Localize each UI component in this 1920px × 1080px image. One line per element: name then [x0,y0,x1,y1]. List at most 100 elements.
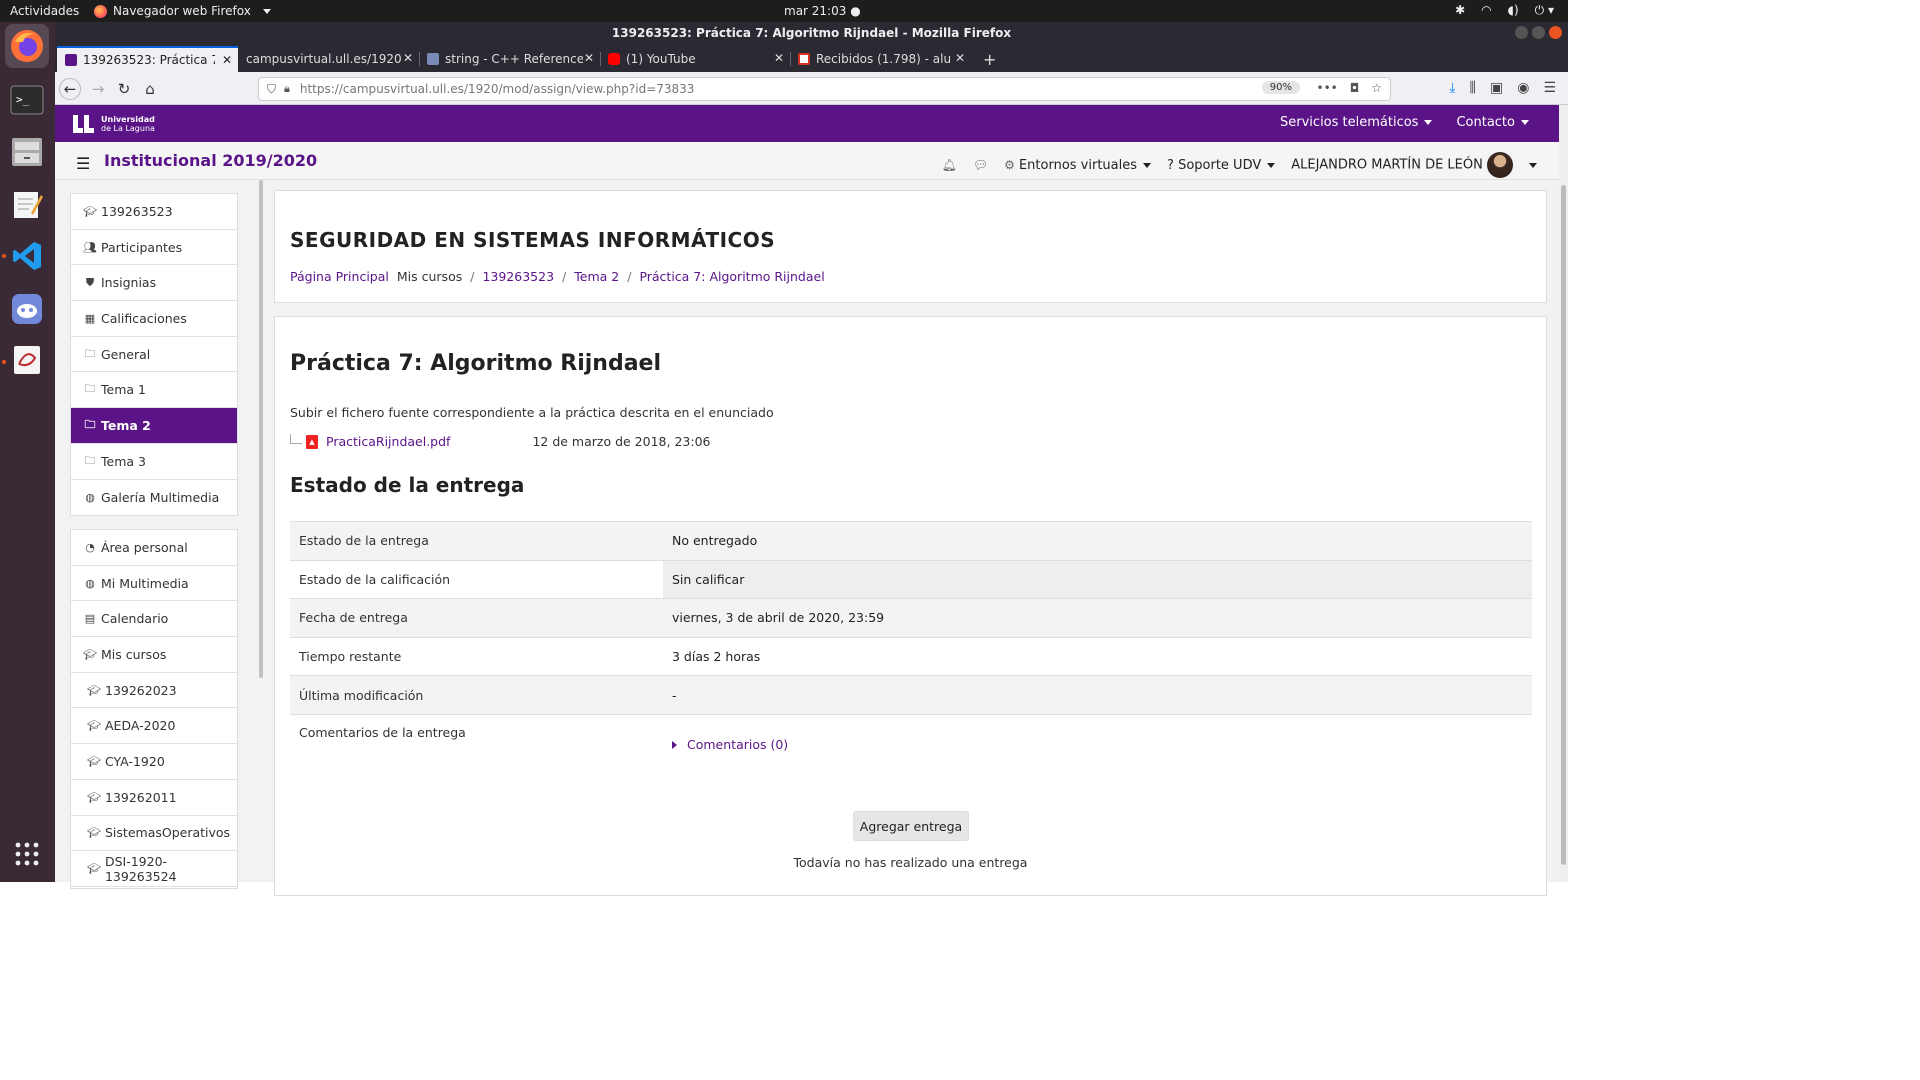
sidebar-item-course-cya[interactable]: 🎓︎ CYA-1920 [71,744,237,780]
maximize-button[interactable] [1532,26,1545,39]
breadcrumb-home[interactable]: Página Principal [290,269,389,284]
comments-toggle[interactable]: Comentarios (0) [672,737,1532,752]
servicios-telematicos-menu[interactable]: Servicios telemáticos [1280,115,1433,130]
soporte-udv-menu[interactable]: ? Soporte UDV [1167,158,1276,173]
site-navigation-block: ◔ Área personal ◍ Mi Multimedia ▤ Calendari… [70,529,238,889]
home-button[interactable]: ⌂ [139,78,161,100]
ull-logo-icon [73,115,94,133]
breadcrumb-course[interactable]: 139263523 [482,269,554,284]
close-tab-icon[interactable]: ✕ [403,51,413,65]
close-tab-icon[interactable]: ✕ [584,51,594,65]
app-menu[interactable]: Navegador web Firefox [94,4,271,18]
tracking-shield-icon[interactable]: ⛉ [267,82,276,97]
sidebar-item-course-139262023[interactable]: 🎓︎ 139262023 [71,673,237,709]
sidebar-item-galeria-multimedia[interactable]: ◍ Galería Multimedia [71,480,237,516]
system-tray[interactable]: ✱ ◠ ◖) ⏻ ▾ [1455,3,1554,18]
new-tab-button[interactable]: + [975,46,999,72]
sidebar-item-calendario[interactable]: ▤ Calendario [71,601,237,638]
sidebar-item-mis-cursos[interactable]: 🎓︎ Mis cursos [71,637,237,673]
sidebar-item-participantes[interactable]: 👥︎ Participantes [71,230,237,266]
site-name-link[interactable]: Institucional 2019/2020 [104,151,317,170]
library-icon[interactable]: ⫼ [1470,80,1476,96]
download-icon[interactable]: ⤓ [1449,80,1455,96]
hamburger-menu-icon[interactable]: ☰ [1543,80,1556,96]
dock-show-apps[interactable] [5,832,49,876]
sidebar-item-course-sistemas-operativos[interactable]: 🎓︎ SistemasOperativos [71,816,237,852]
dashboard-icon: ◔ [85,540,95,554]
close-window-button[interactable] [1549,26,1562,39]
dock-vscode[interactable] [5,234,49,278]
folder-icon: 🗀 [84,453,96,467]
bookmark-star-icon[interactable]: ☆ [1371,81,1382,95]
graduation-cap-icon: 🎓︎ [87,826,101,840]
attachment-link[interactable]: PracticaRijndael.pdf [326,434,450,449]
sidebar-item-tema-1[interactable]: 🗀 Tema 1 [71,372,237,409]
account-icon[interactable]: ◉ [1517,80,1529,96]
sidebar-scrollbar[interactable] [259,180,263,678]
course-navigation-block: 🎓︎ 139263523 👥︎ Participantes ⛊ Insignias ▦… [70,193,238,517]
graduation-cap-icon: 🎓︎ [87,719,101,733]
multimedia-icon: ◍ [85,490,95,504]
clock[interactable]: mar 21:03 ● [784,4,861,18]
tab-cpp-reference[interactable]: string - C++ Reference ✕ [419,46,601,72]
sidebar-item-course-aeda[interactable]: 🎓︎ AEDA-2020 [71,708,237,745]
page-scrollbar[interactable] [1559,105,1568,882]
sidebar-item-tema-2[interactable]: 🗀 Tema 2 [71,408,237,444]
sidebar-item-course-dsi[interactable]: 🎓︎ DSI-1920-139263524 [71,851,237,887]
breadcrumb-assignment[interactable]: Práctica 7: Algoritmo Rijndael [639,269,824,284]
sidebar-item-mi-multimedia[interactable]: ◍ Mi Multimedia [71,566,237,602]
sidebar-icon[interactable]: ▣ [1490,80,1503,96]
dock-text-editor[interactable] [5,183,49,227]
contacto-menu[interactable]: Contacto [1456,115,1529,130]
zoom-level[interactable]: 90% [1261,81,1300,94]
file-cabinet-icon [12,138,42,166]
tab-gmail[interactable]: Recibidos (1.798) - alu01 ✕ [790,46,971,72]
assignment-title: Práctica 7: Algoritmo Rijndael [290,351,662,376]
minimize-button[interactable] [1515,26,1528,39]
graduation-cap-icon: 🎓︎ [87,754,101,768]
youtube-icon [608,53,620,65]
bluetooth-icon[interactable]: ✱ [1455,3,1465,18]
url-text[interactable]: https://campusvirtual.ull.es/1920/mod/as… [300,82,695,96]
reload-button[interactable]: ↻ [113,78,135,100]
entornos-virtuales-menu[interactable]: ⚙ Entornos virtuales [1004,158,1152,173]
url-bar[interactable]: ⛉ 🔒︎ https://campusvirtual.ull.es/1920/m… [258,77,1391,101]
dock-files[interactable] [5,130,49,174]
avatar[interactable] [1487,152,1513,178]
sidebar-item-area-personal[interactable]: ◔ Área personal [71,530,237,566]
dock-document-viewer[interactable] [5,338,49,382]
close-tab-icon[interactable]: ✕ [774,51,784,65]
messages-icon[interactable]: 💬︎ [973,158,988,172]
tab-youtube[interactable]: (1) YouTube ✕ [600,46,791,72]
pocket-icon[interactable]: ◘ [1350,81,1360,95]
sidebar-item-insignias[interactable]: ⛊ Insignias [71,265,237,302]
back-button[interactable]: ← [59,78,81,100]
dock-firefox[interactable] [5,24,49,68]
sidebar-item-calificaciones[interactable]: ▦ Calificaciones [71,301,237,337]
dock-terminal[interactable]: >_ [5,78,49,122]
power-icon[interactable]: ⏻ ▾ [1535,3,1554,18]
close-tab-icon[interactable]: ✕ [222,53,232,67]
ull-favicon-icon [65,54,77,66]
sidebar-item-general[interactable]: 🗀 General [71,337,237,373]
tab-campusvirtual[interactable]: campusvirtual.ull.es/1920/p ✕ [238,46,420,72]
sidebar-item-course[interactable]: 🎓︎ 139263523 [71,194,237,230]
page-actions-icon[interactable]: ••• [1317,81,1338,95]
tab-assignment[interactable]: 139263523: Práctica 7: A ✕ [57,46,238,72]
lock-icon[interactable]: 🔒︎ [284,82,290,96]
activities-button[interactable]: Actividades [10,4,79,18]
ull-logo[interactable]: Universidad de La Laguna [73,115,155,133]
close-tab-icon[interactable]: ✕ [955,51,965,65]
forward-button[interactable]: → [87,78,109,100]
sidebar-item-tema-3[interactable]: 🗀 Tema 3 [71,444,237,480]
drawer-toggle-icon[interactable]: ☰ [76,154,90,173]
sidebar-item-course-139262011[interactable]: 🎓︎ 139262011 [71,780,237,816]
vscode-icon [13,242,41,270]
breadcrumb-section[interactable]: Tema 2 [574,269,619,284]
dock-discord[interactable] [5,287,49,331]
user-menu[interactable]: ALEJANDRO MARTÍN DE LEÓN [1291,152,1537,178]
add-submission-button[interactable]: Agregar entrega [853,811,969,841]
wifi-icon[interactable]: ◠ [1481,3,1491,18]
volume-icon[interactable]: ◖) [1508,3,1519,18]
notifications-bell-icon[interactable]: 🔔︎ [942,158,957,172]
